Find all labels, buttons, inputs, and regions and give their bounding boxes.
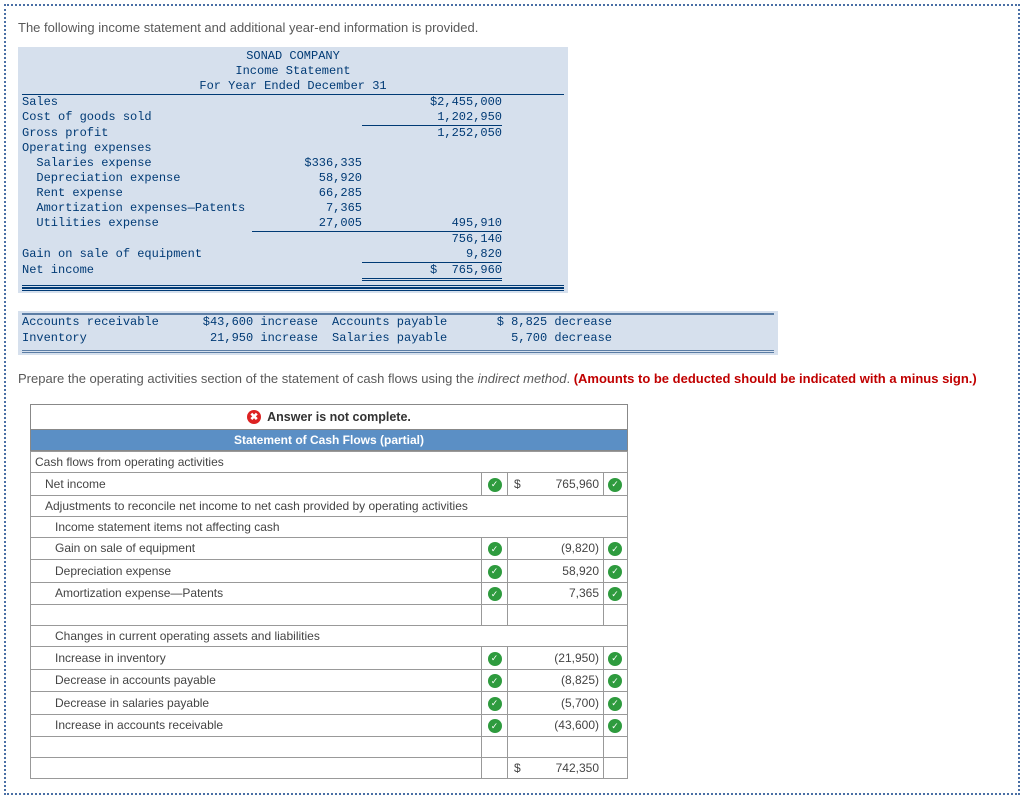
- table-row: $742,350: [31, 758, 628, 779]
- sp-label: Salaries payable: [322, 331, 472, 347]
- cfo-header: Cash flows from operating activities: [31, 452, 628, 473]
- check-icon: ✓: [488, 587, 502, 601]
- sal-label: Salaries expense: [22, 156, 252, 171]
- table-row: Increase in inventory ✓ (21,950) ✓: [31, 647, 628, 670]
- company-name: SONAD COMPANY: [22, 49, 564, 64]
- check-icon: ✓: [608, 697, 622, 711]
- subtotal-amount: 756,140: [362, 232, 502, 247]
- ap-desc[interactable]: Decrease in accounts payable: [31, 669, 482, 692]
- amort-value[interactable]: 7,365: [508, 582, 604, 605]
- ni-value[interactable]: $765,960: [508, 473, 604, 496]
- amort-desc[interactable]: Amortization expense—Patents: [31, 582, 482, 605]
- rent-label: Rent expense: [22, 186, 252, 201]
- check-icon: ✓: [488, 478, 502, 492]
- dep-amount: 58,920: [252, 171, 362, 186]
- util-label: Utilities expense: [22, 216, 252, 232]
- check-icon: ✓: [488, 674, 502, 688]
- check-icon: ✓: [488, 542, 502, 556]
- check-icon: ✓: [488, 652, 502, 666]
- ni-label: Net income: [22, 263, 252, 281]
- page-frame: The following income statement and addit…: [4, 4, 1020, 795]
- ap-value[interactable]: (8,825): [508, 669, 604, 692]
- util-amount: 27,005: [252, 216, 362, 232]
- sales-amount: $2,455,000: [362, 95, 502, 110]
- table-row: Net income ✓ $765,960 ✓: [31, 473, 628, 496]
- dep-value[interactable]: 58,920: [508, 560, 604, 583]
- check-icon: ✓: [608, 719, 622, 733]
- table-row: Changes in current operating assets and …: [31, 626, 628, 647]
- inv-amount: 21,950 increase: [192, 331, 322, 347]
- table-row: Gain on sale of equipment ✓ (9,820) ✓: [31, 537, 628, 560]
- adj-header: Adjustments to reconcile net income to n…: [31, 495, 628, 516]
- cogs-label: Cost of goods sold: [22, 110, 252, 126]
- sp-value[interactable]: (5,700): [508, 692, 604, 715]
- ar-desc[interactable]: Increase in accounts receivable: [31, 714, 482, 737]
- rent-amount: 66,285: [252, 186, 362, 201]
- check-icon: ✓: [608, 587, 622, 601]
- answer-box: ✖ Answer is not complete. Statement of C…: [30, 404, 628, 779]
- table-row: Adjustments to reconcile net income to n…: [31, 495, 628, 516]
- check-icon: ✓: [608, 652, 622, 666]
- sales-label: Sales: [22, 95, 252, 110]
- sal-amount: $336,335: [252, 156, 362, 171]
- gain-desc[interactable]: Gain on sale of equipment: [31, 537, 482, 560]
- dep-desc[interactable]: Depreciation expense: [31, 560, 482, 583]
- ar-label: Accounts receivable: [22, 315, 192, 331]
- sp-desc[interactable]: Decrease in salaries payable: [31, 692, 482, 715]
- check-icon: ✓: [488, 697, 502, 711]
- x-icon: ✖: [247, 410, 261, 424]
- check-icon: ✓: [488, 719, 502, 733]
- inv-label: Inventory: [22, 331, 192, 347]
- cash-flow-table: Cash flows from operating activities Net…: [30, 451, 628, 779]
- gp-amount: 1,252,050: [362, 126, 502, 141]
- intro-text: The following income statement and addit…: [18, 20, 1006, 35]
- inv-value[interactable]: (21,950): [508, 647, 604, 670]
- table-row: Income statement items not affecting cas…: [31, 516, 628, 537]
- gp-label: Gross profit: [22, 126, 252, 141]
- table-row: Amortization expense—Patents ✓ 7,365 ✓: [31, 582, 628, 605]
- table-row: [31, 605, 628, 626]
- ap-amount: $ 8,825 decrease: [472, 315, 612, 331]
- table-row: [31, 737, 628, 758]
- gain-value[interactable]: (9,820): [508, 537, 604, 560]
- check-icon: ✓: [608, 674, 622, 688]
- ar-amount: $43,600 increase: [192, 315, 322, 331]
- table-row: Increase in accounts receivable ✓ (43,60…: [31, 714, 628, 737]
- cogs-amount: 1,202,950: [362, 110, 502, 126]
- ni-amount: $ 765,960: [362, 263, 502, 281]
- noncash-header: Income statement items not affecting cas…: [31, 516, 628, 537]
- ar-value[interactable]: (43,600): [508, 714, 604, 737]
- check-icon: ✓: [608, 542, 622, 556]
- income-statement: SONAD COMPANY Income Statement For Year …: [18, 47, 568, 293]
- check-icon: ✓: [488, 565, 502, 579]
- check-icon: ✓: [608, 565, 622, 579]
- answer-status: ✖ Answer is not complete.: [30, 404, 628, 430]
- total-value: $742,350: [508, 758, 604, 779]
- opex-label: Operating expenses: [22, 141, 252, 156]
- check-icon: ✓: [608, 478, 622, 492]
- inv-desc[interactable]: Increase in inventory: [31, 647, 482, 670]
- gain-amount: 9,820: [362, 247, 502, 263]
- table-row: Cash flows from operating activities: [31, 452, 628, 473]
- statement-period: For Year Ended December 31: [22, 79, 564, 95]
- gain-label: Gain on sale of equipment: [22, 247, 252, 263]
- ap-label: Accounts payable: [322, 315, 472, 331]
- additional-info: Accounts receivable $43,600 increase Acc…: [18, 311, 778, 355]
- changes-header: Changes in current operating assets and …: [31, 626, 628, 647]
- amort-label: Amortization expenses—Patents: [22, 201, 252, 216]
- table-row: Depreciation expense ✓ 58,920 ✓: [31, 560, 628, 583]
- table-row: Decrease in accounts payable ✓ (8,825) ✓: [31, 669, 628, 692]
- cf-title: Statement of Cash Flows (partial): [30, 430, 628, 451]
- sp-amount: 5,700 decrease: [472, 331, 612, 347]
- table-row: Decrease in salaries payable ✓ (5,700) ✓: [31, 692, 628, 715]
- dep-label: Depreciation expense: [22, 171, 252, 186]
- ni-desc[interactable]: Net income: [31, 473, 482, 496]
- statement-title: Income Statement: [22, 64, 564, 79]
- amort-amount: 7,365: [252, 201, 362, 216]
- opex-total: 495,910: [362, 216, 502, 232]
- instruction: Prepare the operating activities section…: [18, 371, 1006, 386]
